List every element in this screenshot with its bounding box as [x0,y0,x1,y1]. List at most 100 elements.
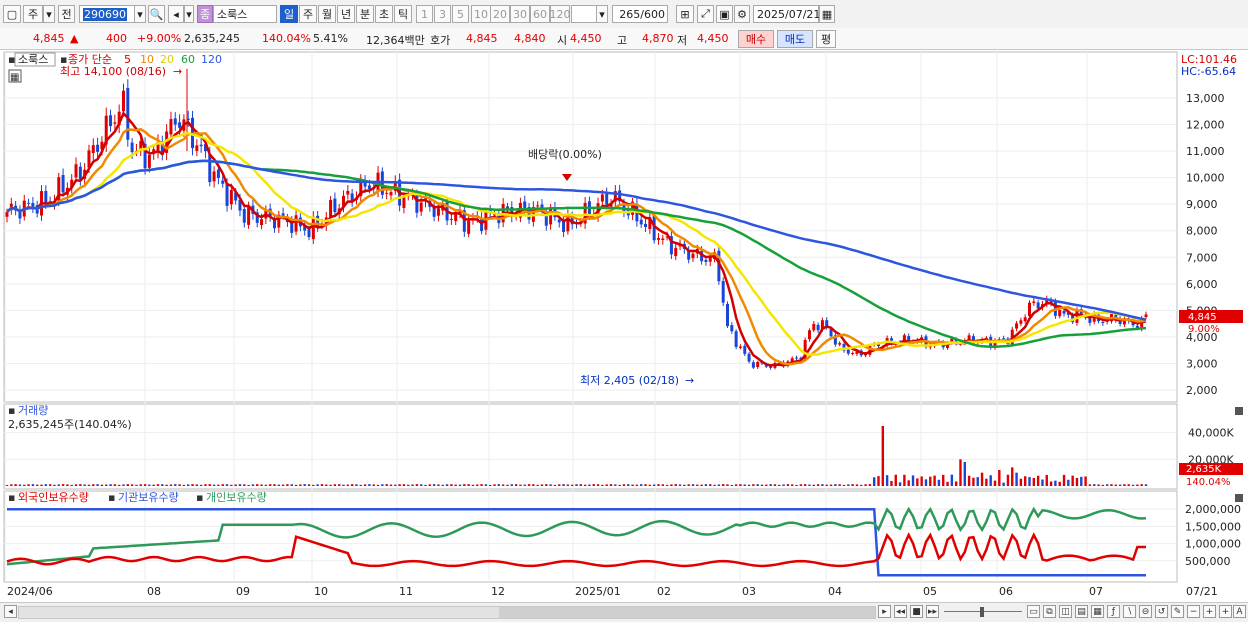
interval-button-2[interactable]: 월 [318,5,336,23]
volume-bar [739,484,742,486]
volume-bar [717,484,721,486]
volume-bar [648,484,652,486]
scrollbar-thumb[interactable] [499,607,875,618]
volume-bar [665,484,669,486]
candle-body [121,90,125,112]
volume-current-tag-text: 2,635K [1186,464,1222,475]
sound-dropdown-icon[interactable]: ▾ [184,5,194,23]
candle-body [31,203,35,208]
candle-body [242,208,246,223]
calendar-icon[interactable]: ▦ [819,5,835,23]
tick-button-30[interactable]: 30 [510,5,530,23]
interval-button-5[interactable]: 초 [375,5,393,23]
sound-icon[interactable]: ◂ [168,5,184,23]
grid-icon[interactable]: ▦ [1091,605,1104,618]
volume-bar [821,484,824,486]
volume-bar [320,484,324,486]
code-input[interactable]: 290690 [79,5,135,23]
tick-button-60[interactable]: 60 [530,5,550,23]
tick-button-5[interactable]: 5 [452,5,469,23]
copy-icon[interactable]: ⧉ [1043,605,1056,618]
volume-bar [268,484,272,486]
chart-svg[interactable]: 13,000 12,000 11,000 10,000 9,000 8,000 7,000 6… [0,50,1248,602]
eval-button[interactable]: 평 [816,30,836,48]
window-icon[interactable]: ▤ [1075,605,1088,618]
scale-up-icon[interactable]: + [1203,605,1216,618]
crosshair-icon[interactable]: ⊞ [676,5,694,23]
save-icon[interactable]: ▣ [716,5,733,23]
volume-bar [143,484,147,486]
custom-tick-input[interactable] [571,5,597,23]
fast-forward-icon[interactable]: ▸▸ [926,605,939,618]
candle-body [656,238,660,240]
tick-button-10[interactable]: 10 [471,5,491,23]
volume-bar [169,484,173,486]
code-dropdown-icon[interactable]: ▾ [134,5,146,23]
volume-bar [126,484,130,486]
volume-bar [683,484,686,486]
interval-button-6[interactable]: 틱 [394,5,412,23]
low-annotation: 최저 2,405 (02/18) [580,374,679,387]
candle-body [147,154,151,168]
candle-body [704,259,708,262]
current-pct-text: 9.00% [1188,324,1220,335]
gear-icon[interactable]: ⚙ [734,5,750,23]
volume-bar [937,479,941,486]
zoom-out-icon[interactable]: ⊖ [1139,605,1152,618]
volume-close-icon[interactable] [1235,407,1243,415]
interval-button-0[interactable]: 일 [280,5,298,23]
interval-button-1[interactable]: 주 [299,5,317,23]
candle-body [721,281,725,303]
text-size-icon[interactable]: A [1233,605,1246,618]
window-icon[interactable]: ▢ [3,5,21,23]
volume-bar [27,484,30,486]
volume-bar [1036,475,1040,486]
prev-button[interactable]: 전 [58,5,75,23]
volume-bar [247,484,250,486]
volume-bar [204,484,207,486]
holding-close-icon[interactable] [1235,494,1243,502]
rewind-icon[interactable]: ◂◂ [894,605,907,618]
zoom-plus-icon[interactable]: + [1219,605,1232,618]
volume-bar [286,484,289,486]
refresh-icon[interactable]: ↺ [1155,605,1168,618]
tick-button-20[interactable]: 20 [490,5,510,23]
page-count-field[interactable]: 265/600 [612,5,668,23]
high-label: 고 [617,34,628,47]
volume-bar [1136,484,1139,486]
volume-bar [113,484,117,486]
volume-bar [1023,476,1027,486]
line-tool-icon[interactable]: ∖ [1123,605,1136,618]
volume-bar [1140,484,1143,486]
buy-button[interactable]: 매수 [738,30,774,48]
chart-area[interactable]: 13,000 12,000 11,000 10,000 9,000 8,000 7,000 6… [0,50,1248,602]
draw-tool-icon[interactable]: ⤢ [697,5,714,23]
tick-button-1[interactable]: 1 [416,5,433,23]
date-field[interactable]: 2025/07/21 [753,5,820,23]
stock-name-field[interactable]: 소룩스 [213,5,277,23]
zoom-slider-handle[interactable] [980,607,984,617]
interval-button-4[interactable]: 분 [356,5,374,23]
search-icon[interactable]: 🔍 [148,5,165,23]
scale-down-icon[interactable]: − [1187,605,1200,618]
horizontal-scrollbar[interactable] [18,606,876,619]
indicator-icon[interactable]: ƒ [1107,605,1120,618]
interval-button-3[interactable]: 년 [337,5,355,23]
split-icon[interactable]: ◫ [1059,605,1072,618]
stop-icon[interactable]: ■ [910,605,923,618]
scroll-left-icon[interactable]: ◂ [4,605,17,618]
candle-body [389,192,393,196]
sell-button[interactable]: 매도 [777,30,813,48]
chevron-down-icon[interactable]: ▾ [43,5,55,23]
holding-panel-frame [3,490,1178,583]
scroll-right-icon[interactable]: ▸ [878,605,891,618]
tick-button-120[interactable]: 120 [550,5,571,23]
custom-tick-dropdown-icon[interactable]: ▾ [596,5,608,23]
tick-button-3[interactable]: 3 [434,5,451,23]
period-select[interactable]: 주 [23,5,43,23]
volume-bar [23,484,26,486]
candle-body [385,192,389,194]
volume-bar [389,484,393,486]
layout-icon[interactable]: ▭ [1027,605,1040,618]
pen-icon[interactable]: ✎ [1171,605,1184,618]
